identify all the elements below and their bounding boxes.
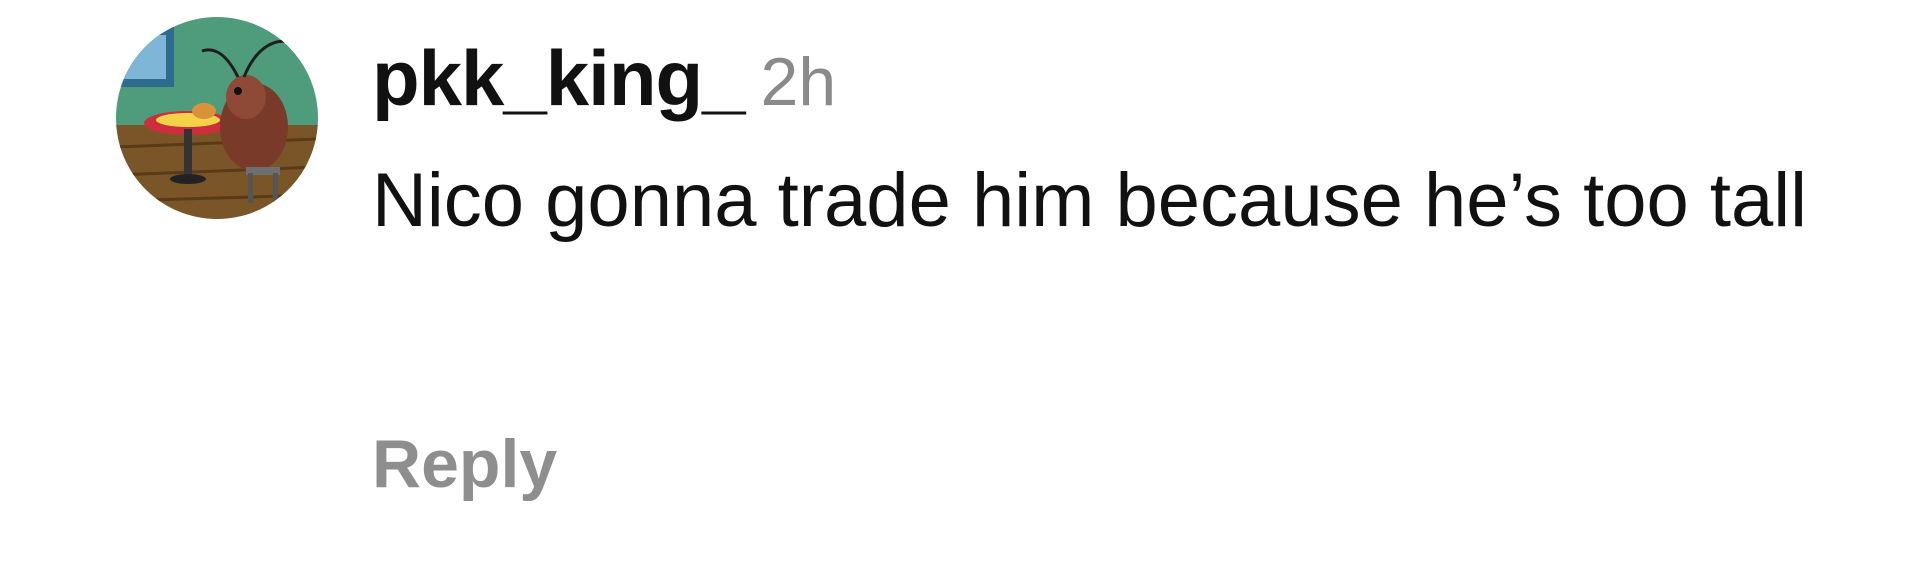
reply-button[interactable]: Reply [372,424,557,504]
username-link[interactable]: pkk_king_ [372,34,746,122]
comment-text: Nico gonna trade him because he’s too ta… [372,158,1808,243]
profile-picture-icon [116,17,318,219]
comment-timestamp[interactable]: 2h [761,44,837,120]
comment-header: pkk_king_ 2h [372,38,836,141]
avatar[interactable] [116,17,318,219]
comment-item: pkk_king_ 2h Nico gonna trade him because… [0,0,1920,576]
